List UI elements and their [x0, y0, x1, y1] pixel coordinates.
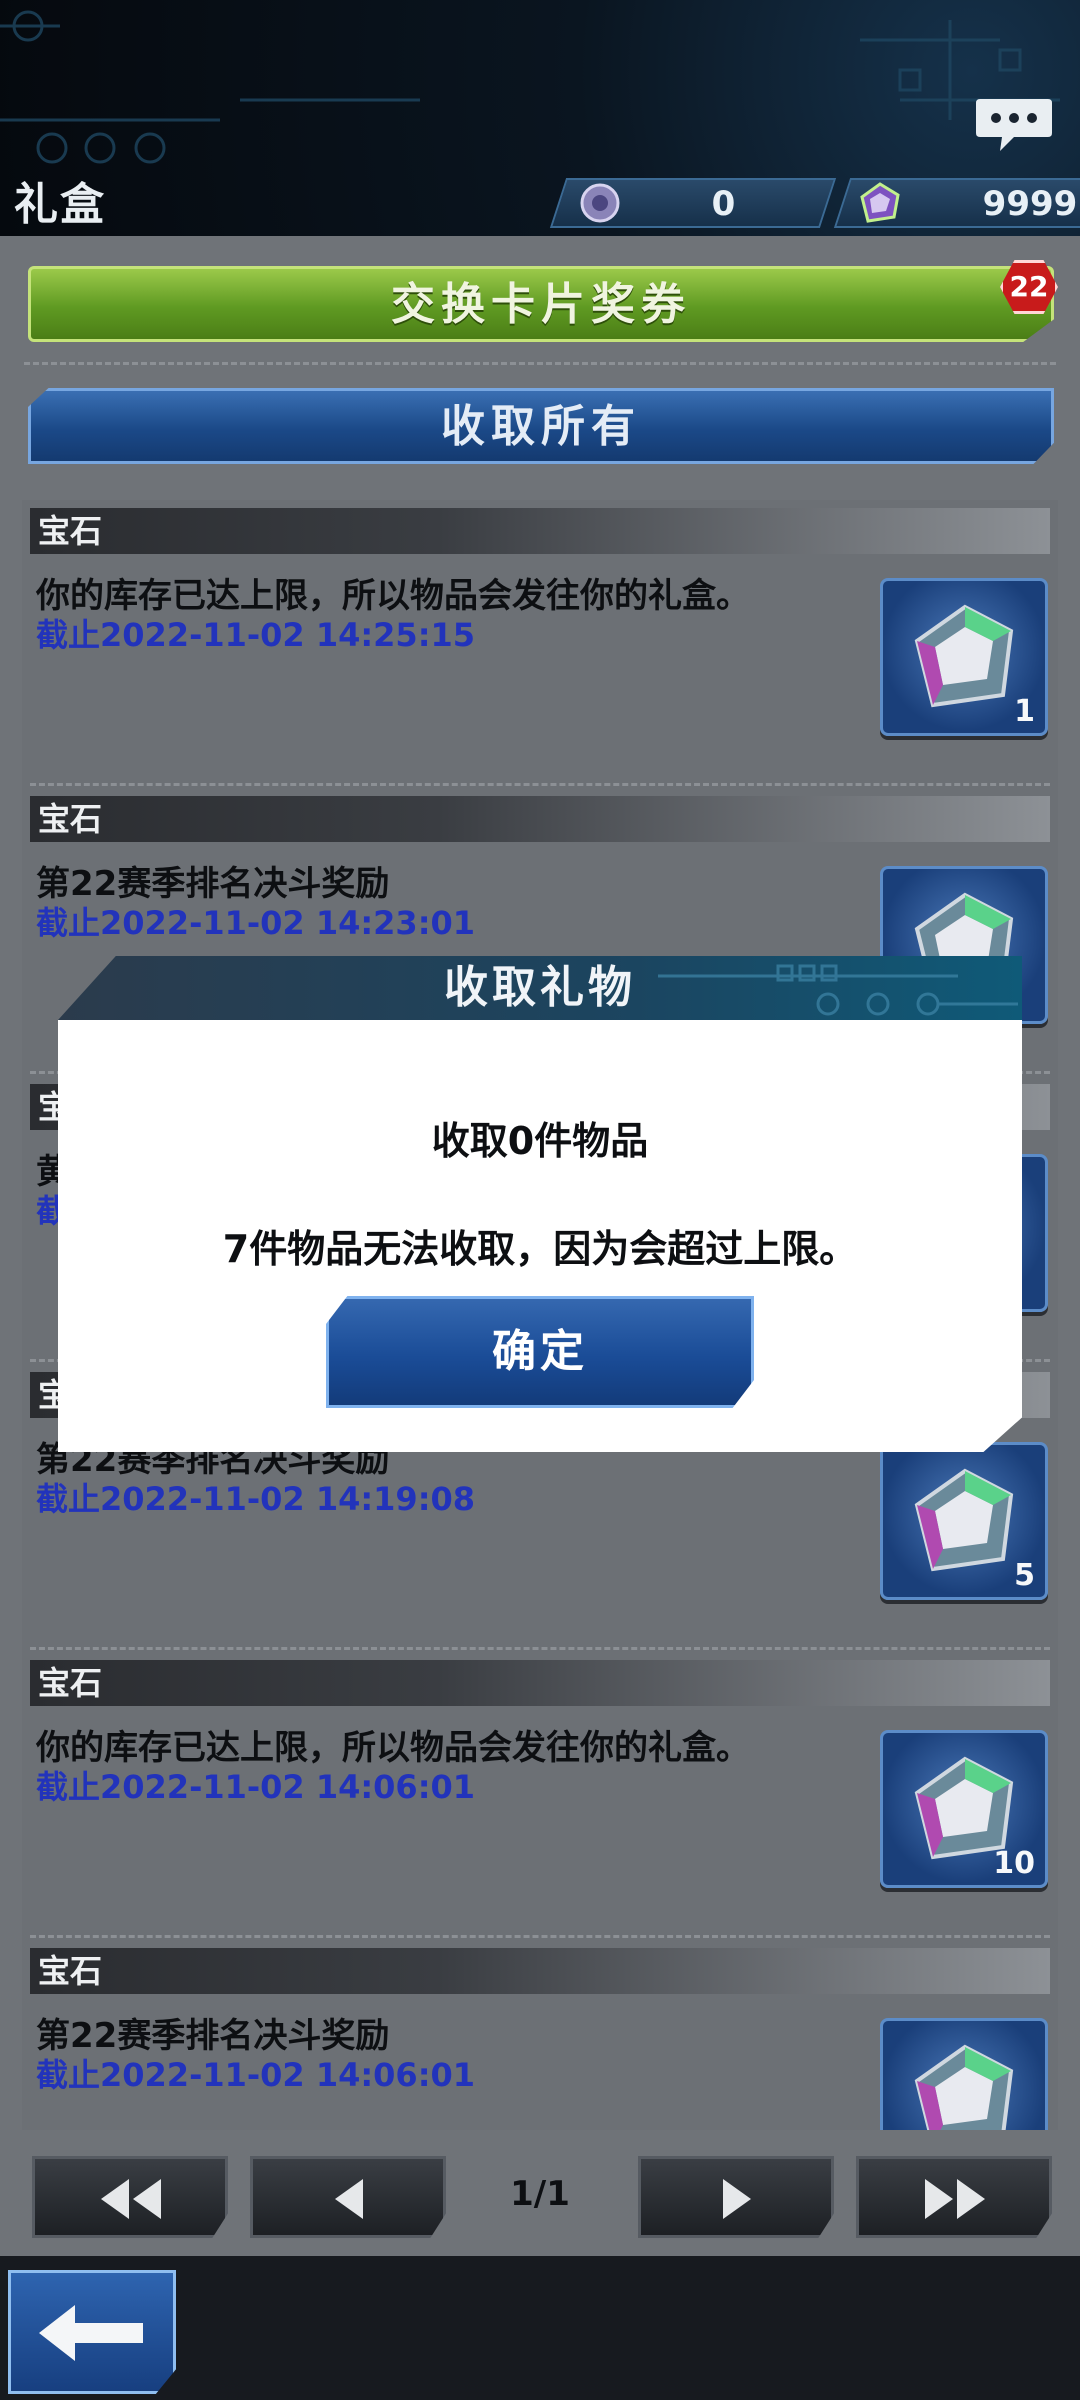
- collect-gift-dialog: 收取礼物 收取0件物品 7件物品无法收取，因为会超过上限。 确定: [58, 956, 1022, 1452]
- confirm-button[interactable]: 确定: [326, 1296, 754, 1408]
- modal-overlay: 收取礼物 收取0件物品 7件物品无法收取，因为会超过上限。 确定: [0, 0, 1080, 2400]
- dialog-message: 收取0件物品: [431, 1119, 649, 1163]
- dialog-title: 收取礼物: [444, 962, 636, 1013]
- dialog-warning: 7件物品无法收取，因为会超过上限。: [222, 1227, 858, 1271]
